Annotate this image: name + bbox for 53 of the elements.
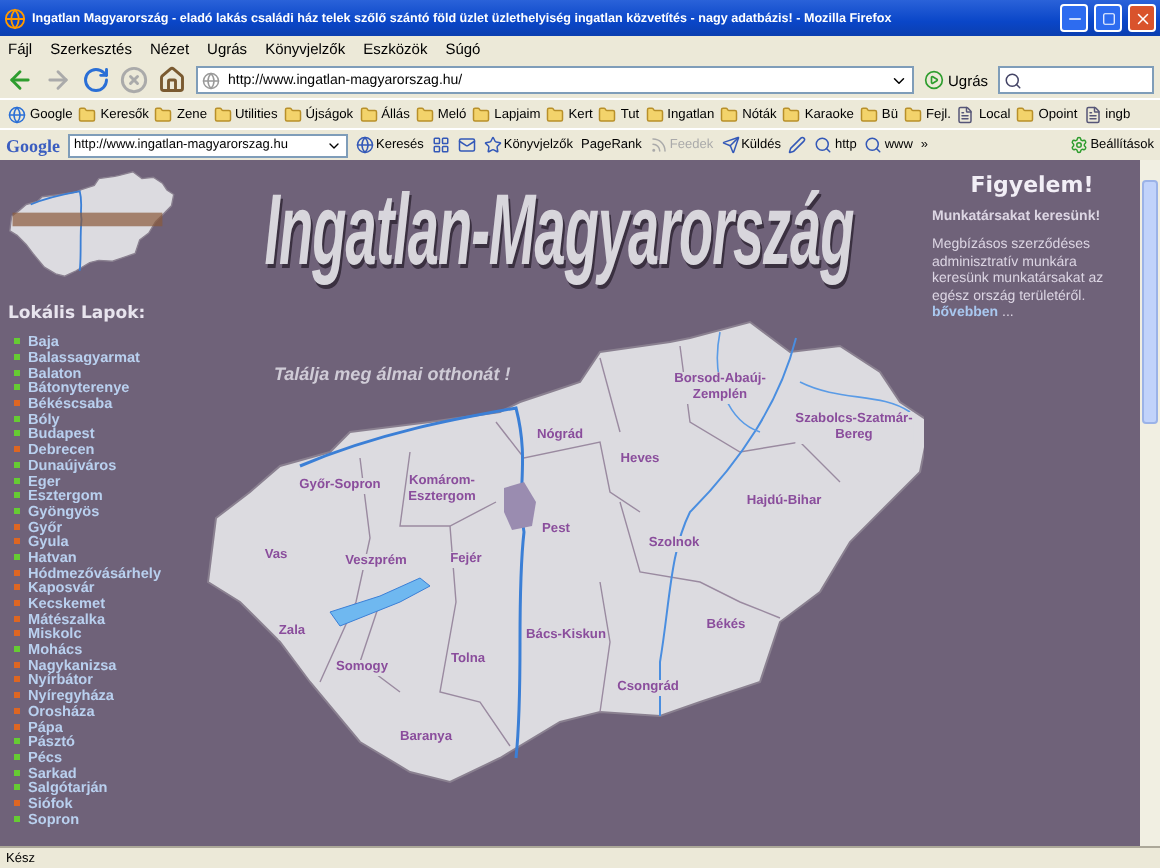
folder-icon bbox=[1016, 105, 1035, 123]
toolbar-button[interactable] bbox=[788, 136, 807, 154]
maximize-icon bbox=[1101, 11, 1115, 25]
sidebar-heading: Lokális Lapok: bbox=[8, 304, 148, 324]
folder-icon bbox=[283, 105, 302, 123]
site-title: Ingatlan-Magyarország bbox=[264, 173, 854, 289]
home-button[interactable] bbox=[158, 66, 186, 94]
close-button[interactable] bbox=[1128, 4, 1156, 32]
send-icon bbox=[721, 136, 740, 154]
folder-icon bbox=[472, 105, 491, 123]
folder-icon bbox=[359, 105, 378, 123]
folder-icon bbox=[546, 105, 565, 123]
folder-icon bbox=[782, 105, 801, 123]
folder-icon bbox=[78, 105, 97, 123]
toolbar-button[interactable] bbox=[457, 136, 476, 154]
back-button[interactable] bbox=[6, 66, 34, 94]
google-logo: Google bbox=[6, 135, 60, 155]
back-icon bbox=[6, 66, 34, 94]
minimize-button[interactable] bbox=[1060, 4, 1088, 32]
reload-icon bbox=[82, 66, 110, 94]
home-icon bbox=[158, 66, 186, 94]
reload-button[interactable] bbox=[82, 66, 110, 94]
folder-icon bbox=[645, 105, 664, 123]
slogan: Találja meg álmai otthonát ! bbox=[274, 364, 511, 384]
forward-icon bbox=[44, 66, 72, 94]
pen-icon bbox=[788, 136, 807, 154]
notice-heading: Figyelem! bbox=[968, 172, 1096, 198]
folder-icon bbox=[598, 105, 617, 123]
stop-icon bbox=[120, 66, 148, 94]
play-icon bbox=[923, 70, 944, 90]
folder-icon bbox=[415, 105, 434, 123]
search-icon bbox=[1004, 71, 1022, 89]
folder-icon bbox=[720, 105, 739, 123]
mail-icon bbox=[457, 136, 476, 154]
folder-icon bbox=[904, 105, 922, 123]
logo-map-drawing[interactable] bbox=[8, 166, 176, 282]
globe-icon bbox=[4, 7, 26, 29]
scrollbar[interactable] bbox=[1140, 160, 1160, 846]
search-icon bbox=[814, 136, 833, 154]
star-icon bbox=[483, 136, 502, 154]
maximize-button[interactable] bbox=[1094, 4, 1122, 32]
grid-icon bbox=[431, 136, 450, 154]
search-field[interactable] bbox=[998, 66, 1154, 94]
close-icon bbox=[1133, 9, 1151, 27]
globe-icon bbox=[8, 105, 26, 123]
feed-icon bbox=[649, 136, 668, 154]
folder-icon bbox=[154, 105, 173, 123]
globe-icon bbox=[356, 136, 374, 154]
folder-icon bbox=[213, 105, 231, 123]
settings-icon bbox=[1070, 136, 1089, 154]
search-icon bbox=[864, 136, 883, 154]
toolbar-button[interactable] bbox=[431, 136, 450, 154]
folder-icon bbox=[859, 105, 878, 123]
